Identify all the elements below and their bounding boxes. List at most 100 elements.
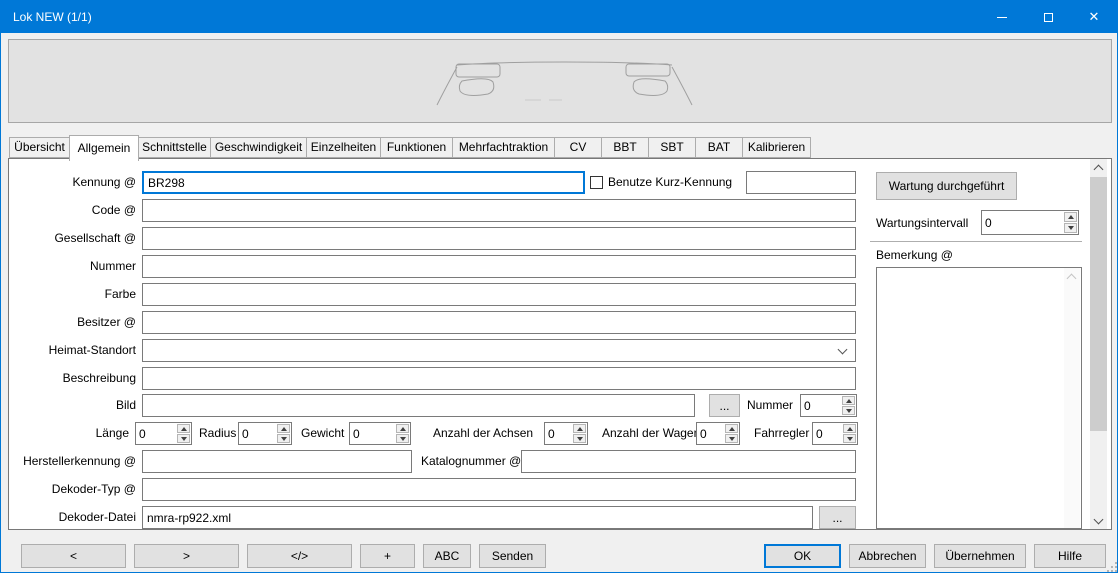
- spinner-down-icon: [400, 437, 406, 441]
- bemerkung-label: Bemerkung @: [876, 246, 953, 264]
- spinner-down-icon: [181, 437, 187, 441]
- radius-spin-up[interactable]: [277, 424, 290, 433]
- fahrregler-spin-down[interactable]: [843, 434, 856, 443]
- bemerkung-scrollbar[interactable]: [1064, 268, 1080, 528]
- scrollbar-up-button[interactable]: [1090, 159, 1107, 176]
- tab-bbt[interactable]: BBT: [601, 137, 649, 158]
- gewicht-label: Gewicht: [301, 422, 344, 445]
- scroll-down-icon: [1094, 514, 1104, 524]
- wartungsintervall-spin-up[interactable]: [1064, 212, 1077, 222]
- tab-mehrfachtraktion[interactable]: Mehrfachtraktion: [452, 137, 555, 158]
- laenge-spin-down[interactable]: [177, 434, 190, 443]
- fahrregler-spin-up[interactable]: [843, 424, 856, 433]
- anzahl-wagen-spinner: [696, 422, 740, 445]
- uebernehmen-button[interactable]: Übernehmen: [934, 544, 1026, 568]
- gewicht-spin-up[interactable]: [396, 424, 409, 433]
- anzahl-achsen-spin-up[interactable]: [573, 424, 586, 433]
- titlebar[interactable]: Lok NEW (1/1) ✕: [1, 1, 1117, 33]
- fahrregler-label: Fahrregler: [754, 422, 809, 445]
- bild-nummer-input[interactable]: [801, 395, 841, 416]
- heimat-standort-combobox[interactable]: [142, 339, 856, 362]
- anzahl-achsen-input[interactable]: [545, 423, 572, 444]
- wartungsintervall-input[interactable]: [982, 211, 1063, 234]
- hilfe-button[interactable]: Hilfe: [1034, 544, 1106, 568]
- katalognummer-input[interactable]: [521, 450, 856, 473]
- maximize-button[interactable]: [1025, 1, 1071, 33]
- radius-spinner: [238, 422, 292, 445]
- anzahl-achsen-spinner: [544, 422, 588, 445]
- bild-input[interactable]: [142, 394, 695, 417]
- tab-funktionen[interactable]: Funktionen: [380, 137, 453, 158]
- anzahl-wagen-spin-down[interactable]: [725, 434, 738, 443]
- laenge-spinner: [135, 422, 192, 445]
- bild-nummer-label: Nummer: [747, 394, 793, 417]
- anzahl-achsen-label: Anzahl der Achsen: [433, 422, 533, 445]
- tab-uebersicht[interactable]: Übersicht: [9, 137, 70, 158]
- prev-button[interactable]: <: [21, 544, 126, 568]
- abc-button[interactable]: ABC: [423, 544, 471, 568]
- spinner-down-icon: [577, 437, 583, 441]
- abbrechen-button[interactable]: Abbrechen: [849, 544, 926, 568]
- close-button[interactable]: ✕: [1071, 1, 1117, 33]
- scrollbar-thumb[interactable]: [1090, 177, 1107, 431]
- code-view-button[interactable]: </>: [247, 544, 352, 568]
- ok-button[interactable]: OK: [764, 544, 841, 568]
- laenge-spin-up[interactable]: [177, 424, 190, 433]
- tab-allgemein[interactable]: Allgemein: [69, 135, 139, 161]
- bemerkung-textarea[interactable]: [876, 267, 1082, 529]
- tab-geschwindigkeit[interactable]: Geschwindigkeit: [210, 137, 307, 158]
- tab-schnittstelle[interactable]: Schnittstelle: [138, 137, 211, 158]
- gewicht-spin-down[interactable]: [396, 434, 409, 443]
- dekoder-datei-input[interactable]: [142, 506, 813, 529]
- wartung-durchgefuehrt-button[interactable]: Wartung durchgeführt: [876, 172, 1017, 200]
- bild-nummer-spin-down[interactable]: [842, 406, 855, 415]
- anzahl-wagen-spin-up[interactable]: [725, 424, 738, 433]
- radius-spin-down[interactable]: [277, 434, 290, 443]
- minimize-button[interactable]: [979, 1, 1025, 33]
- gesellschaft-label: Gesellschaft @: [8, 227, 136, 250]
- laenge-input[interactable]: [136, 423, 176, 444]
- kurz-kennung-input[interactable]: [746, 171, 856, 194]
- anzahl-wagen-label: Anzahl der Wagen: [602, 422, 700, 445]
- add-button[interactable]: +: [360, 544, 415, 568]
- dekoder-datei-browse-button[interactable]: ...: [819, 506, 856, 529]
- fahrregler-input[interactable]: [813, 423, 842, 444]
- heimat-standort-label: Heimat-Standort: [8, 339, 136, 362]
- resize-grip-icon[interactable]: [1111, 566, 1113, 568]
- wartungsintervall-spin-down[interactable]: [1064, 223, 1077, 233]
- code-input[interactable]: [142, 199, 856, 222]
- beschreibung-input[interactable]: [142, 367, 856, 390]
- besitzer-input[interactable]: [142, 311, 856, 334]
- panel-scrollbar[interactable]: [1090, 159, 1107, 529]
- tab-kalibrieren[interactable]: Kalibrieren: [742, 137, 811, 158]
- wartungsintervall-label: Wartungsintervall: [876, 211, 968, 236]
- scrollbar-down-button[interactable]: [1090, 512, 1107, 529]
- bild-nummer-spin-up[interactable]: [842, 396, 855, 405]
- anzahl-wagen-input[interactable]: [697, 423, 724, 444]
- tab-cv[interactable]: CV: [554, 137, 602, 158]
- spinner-up-icon: [846, 399, 852, 403]
- spinner-up-icon: [577, 427, 583, 431]
- senden-button[interactable]: Senden: [479, 544, 546, 568]
- fahrregler-spinner: [812, 422, 858, 445]
- window-controls: ✕: [979, 1, 1117, 33]
- farbe-label: Farbe: [8, 283, 136, 306]
- herstellerkennung-input[interactable]: [142, 450, 412, 473]
- farbe-input[interactable]: [142, 283, 856, 306]
- kurz-kennung-checkbox[interactable]: [590, 176, 603, 189]
- bild-label: Bild: [8, 394, 136, 417]
- radius-input[interactable]: [239, 423, 276, 444]
- tab-sbt[interactable]: SBT: [648, 137, 696, 158]
- gewicht-input[interactable]: [350, 423, 395, 444]
- window-title: Lok NEW (1/1): [1, 10, 979, 24]
- tab-einzelheiten[interactable]: Einzelheiten: [306, 137, 381, 158]
- kennung-input[interactable]: [142, 171, 585, 194]
- spinner-down-icon: [729, 437, 735, 441]
- gesellschaft-input[interactable]: [142, 227, 856, 250]
- bild-browse-button[interactable]: ...: [709, 394, 740, 417]
- nummer-input[interactable]: [142, 255, 856, 278]
- next-button[interactable]: >: [134, 544, 239, 568]
- tab-bat[interactable]: BAT: [695, 137, 743, 158]
- dekoder-typ-input[interactable]: [142, 478, 856, 501]
- anzahl-achsen-spin-down[interactable]: [573, 434, 586, 443]
